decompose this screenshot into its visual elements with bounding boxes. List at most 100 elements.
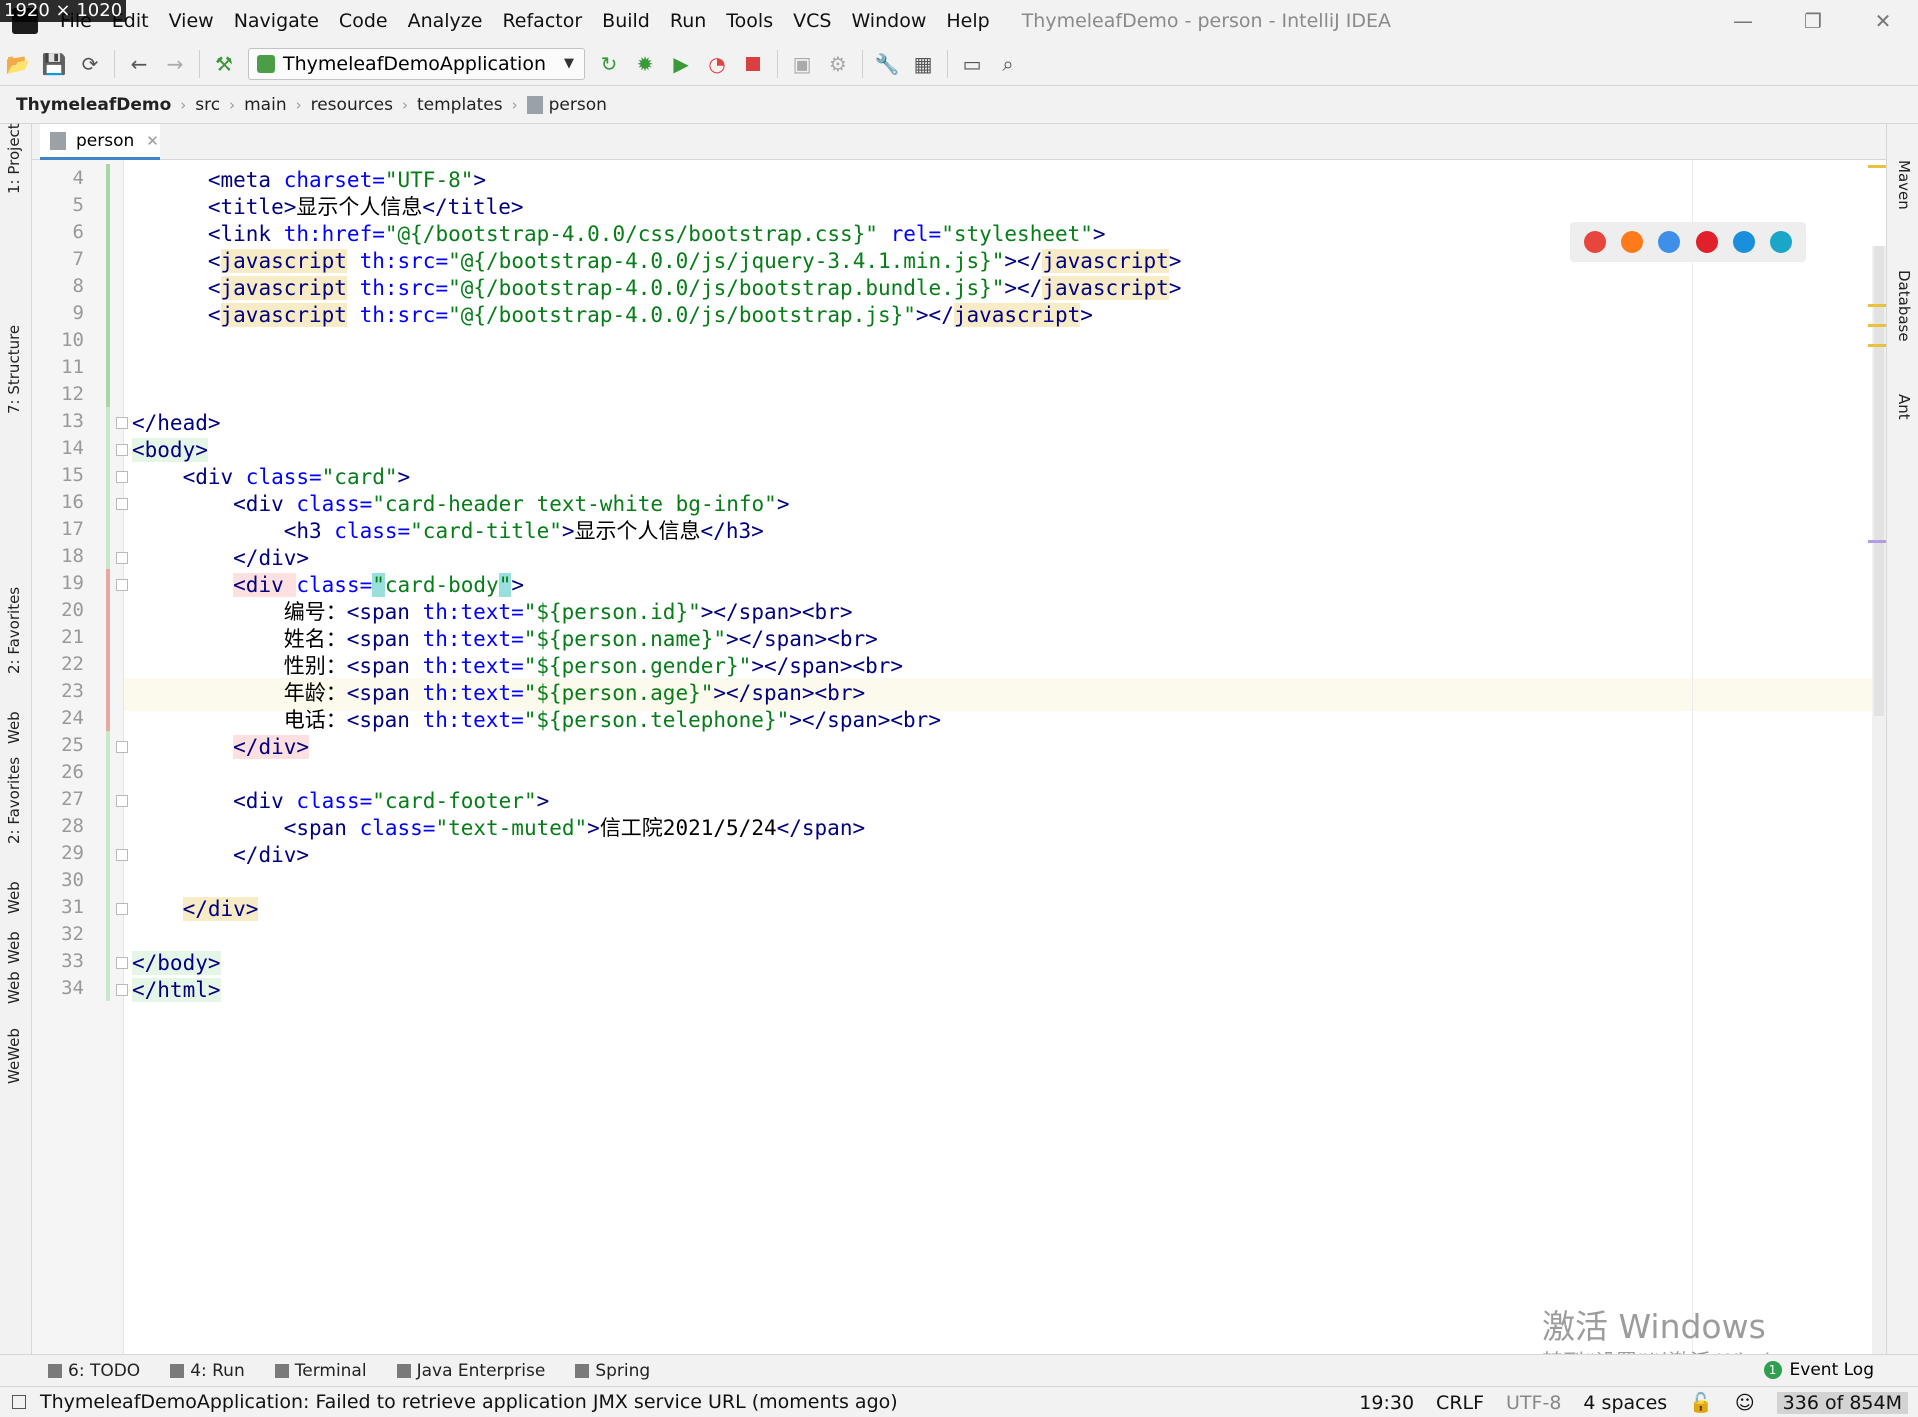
vcs-change-marker[interactable] bbox=[106, 407, 110, 569]
status-message-icon[interactable] bbox=[12, 1395, 26, 1409]
tool-web-3[interactable]: Web bbox=[5, 931, 23, 964]
vcs-change-marker[interactable] bbox=[106, 731, 110, 1001]
profile-icon[interactable]: ◔ bbox=[699, 46, 735, 82]
line-number[interactable]: 30 bbox=[32, 869, 84, 891]
tool-project[interactable]: 1: Project bbox=[5, 123, 23, 194]
line-number[interactable]: 29 bbox=[32, 842, 84, 864]
code-editor[interactable]: 4 5 6 7 8 9 10 11 12 13 14 15 16 17 18 19 20 21 22 23 24 25 26… bbox=[32, 160, 1886, 1354]
info-marker[interactable] bbox=[1868, 540, 1886, 543]
deploy-icon[interactable]: ⚙ bbox=[820, 46, 856, 82]
line-number[interactable]: 18 bbox=[32, 545, 84, 567]
line-number[interactable]: 31 bbox=[32, 896, 84, 918]
line-number[interactable]: 34 bbox=[32, 977, 84, 999]
menu-code[interactable]: Code bbox=[329, 10, 398, 32]
menu-vcs[interactable]: VCS bbox=[783, 10, 841, 32]
vcs-change-marker[interactable] bbox=[106, 569, 110, 731]
file-encoding[interactable]: UTF-8 bbox=[1506, 1392, 1561, 1414]
forward-icon[interactable]: → bbox=[157, 46, 193, 82]
menu-view[interactable]: View bbox=[159, 10, 224, 32]
chrome-icon[interactable] bbox=[1583, 231, 1606, 253]
project-structure-icon[interactable]: ▦ bbox=[905, 46, 941, 82]
line-number[interactable]: 32 bbox=[32, 923, 84, 945]
tool-web-2[interactable]: Web bbox=[5, 881, 23, 914]
line-number[interactable]: 13 bbox=[32, 410, 84, 432]
line-number[interactable]: 24 bbox=[32, 707, 84, 729]
close-tab-icon[interactable]: ✕ bbox=[146, 132, 159, 150]
indent-setting[interactable]: 4 spaces bbox=[1583, 1392, 1667, 1414]
tool-ant[interactable]: Ant bbox=[1895, 394, 1913, 420]
menu-help[interactable]: Help bbox=[936, 10, 999, 32]
ie-icon[interactable] bbox=[1732, 231, 1755, 253]
fold-marker-icon[interactable] bbox=[116, 741, 128, 753]
line-number[interactable]: 20 bbox=[32, 599, 84, 621]
minimize-icon[interactable]: — bbox=[1708, 0, 1778, 42]
menu-refactor[interactable]: Refactor bbox=[492, 10, 592, 32]
fold-marker-icon[interactable] bbox=[116, 795, 128, 807]
settings-wrench-icon[interactable]: 🔧 bbox=[869, 46, 905, 82]
tool-maven[interactable]: Maven bbox=[1895, 160, 1913, 210]
terminal-icon[interactable]: ▭ bbox=[954, 46, 990, 82]
menu-tools[interactable]: Tools bbox=[716, 10, 783, 32]
tool-database[interactable]: Database bbox=[1895, 270, 1913, 342]
rerun-icon[interactable]: ↻ bbox=[591, 46, 627, 82]
restore-icon[interactable]: ❐ bbox=[1778, 0, 1848, 42]
event-log-button[interactable]: 1 Event Log bbox=[1763, 1360, 1874, 1380]
search-icon[interactable]: ⌕ bbox=[990, 46, 1026, 82]
close-icon[interactable]: ✕ bbox=[1848, 0, 1918, 42]
menu-run[interactable]: Run bbox=[660, 10, 716, 32]
tool-terminal[interactable]: Terminal bbox=[274, 1361, 367, 1381]
breadcrumb-item[interactable]: person bbox=[549, 95, 607, 115]
warning-marker[interactable] bbox=[1868, 324, 1886, 327]
fold-marker-icon[interactable] bbox=[116, 849, 128, 861]
tool-structure[interactable]: 7: Structure bbox=[5, 325, 23, 414]
warning-marker[interactable] bbox=[1868, 165, 1886, 168]
tool-favorites[interactable]: 2: Favorites bbox=[5, 587, 23, 674]
fold-marker-icon[interactable] bbox=[116, 498, 128, 510]
fold-marker-icon[interactable] bbox=[116, 984, 128, 996]
code-line[interactable]: </div> bbox=[132, 893, 259, 926]
tab-person[interactable]: person ✕ bbox=[40, 124, 160, 160]
build-hammer-icon[interactable]: ⚒ bbox=[206, 46, 242, 82]
safari-icon[interactable] bbox=[1658, 231, 1681, 253]
save-icon[interactable]: 💾 bbox=[36, 46, 72, 82]
back-icon[interactable]: ← bbox=[121, 46, 157, 82]
line-separator[interactable]: CRLF bbox=[1436, 1392, 1484, 1414]
line-number[interactable]: 12 bbox=[32, 383, 84, 405]
tool-spring[interactable]: Spring bbox=[575, 1361, 650, 1381]
code-line[interactable]: </div> bbox=[132, 731, 310, 764]
line-number[interactable]: 28 bbox=[32, 815, 84, 837]
open-icon[interactable]: 📂 bbox=[0, 46, 36, 82]
line-number[interactable]: 15 bbox=[32, 464, 84, 486]
edge-icon[interactable] bbox=[1770, 231, 1793, 253]
line-number[interactable]: 25 bbox=[32, 734, 84, 756]
line-number[interactable]: 33 bbox=[32, 950, 84, 972]
line-number[interactable]: 10 bbox=[32, 329, 84, 351]
tool-run[interactable]: 4: Run bbox=[170, 1361, 245, 1381]
coverage-icon[interactable]: ▶ bbox=[663, 46, 699, 82]
stop-icon[interactable] bbox=[735, 46, 771, 82]
fold-marker-icon[interactable] bbox=[116, 579, 128, 591]
line-number[interactable]: 14 bbox=[32, 437, 84, 459]
tool-favorites-2[interactable]: 2: Favorites bbox=[5, 757, 23, 844]
fold-marker-icon[interactable] bbox=[116, 444, 128, 456]
line-number[interactable]: 8 bbox=[32, 275, 84, 297]
line-number[interactable]: 22 bbox=[32, 653, 84, 675]
line-number[interactable]: 16 bbox=[32, 491, 84, 513]
tool-web[interactable]: Web bbox=[5, 711, 23, 744]
menu-navigate[interactable]: Navigate bbox=[224, 10, 329, 32]
line-number[interactable]: 17 bbox=[32, 518, 84, 540]
line-number[interactable]: 23 bbox=[32, 680, 84, 702]
memory-indicator[interactable]: 336 of 854M bbox=[1776, 1391, 1908, 1414]
menu-window[interactable]: Window bbox=[841, 10, 936, 32]
opera-icon[interactable] bbox=[1695, 231, 1718, 253]
line-number[interactable]: 26 bbox=[32, 761, 84, 783]
tool-todo[interactable]: 6: TODO bbox=[48, 1361, 140, 1381]
vcs-change-marker[interactable] bbox=[106, 164, 110, 407]
warning-marker[interactable] bbox=[1868, 304, 1886, 307]
tool-java-enterprise[interactable]: Java Enterprise bbox=[396, 1361, 545, 1381]
line-number[interactable]: 11 bbox=[32, 356, 84, 378]
run-config-select[interactable]: ThymeleafDemoApplication ▼ bbox=[248, 47, 586, 80]
line-number[interactable]: 4 bbox=[32, 167, 84, 189]
line-number[interactable]: 7 bbox=[32, 248, 84, 270]
hector-icon[interactable]: ☺ bbox=[1735, 1392, 1755, 1414]
